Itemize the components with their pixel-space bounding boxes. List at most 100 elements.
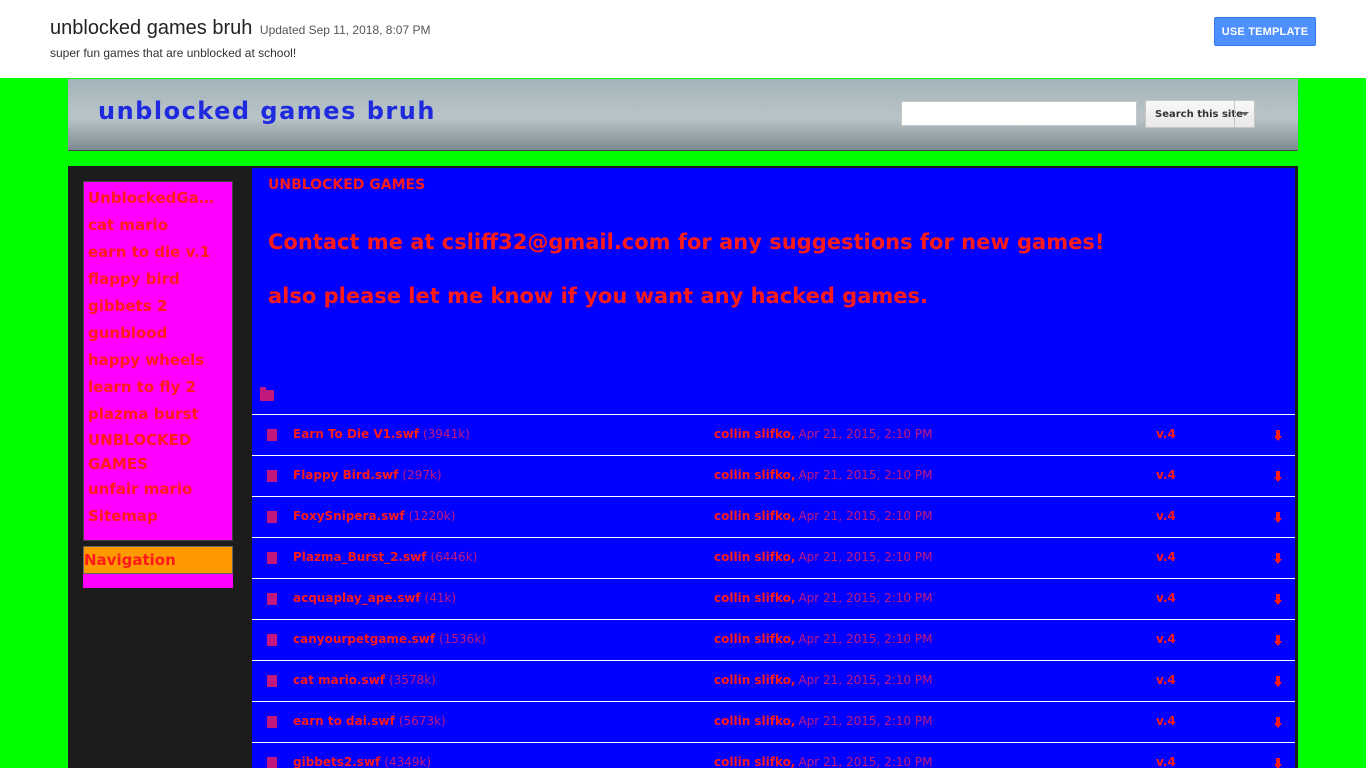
file-size: (4349k)	[384, 755, 432, 768]
file-name-link[interactable]: FoxySnipera.swf (1220k)	[293, 509, 455, 523]
file-icon	[267, 511, 277, 523]
file-size: (41k)	[424, 591, 457, 605]
file-icon	[267, 470, 277, 482]
contact-paragraph: Contact me at csliff32@gmail.com for any…	[268, 230, 1105, 254]
sidebar-item-learn-to-fly-2[interactable]: learn to fly 2	[88, 374, 228, 401]
file-version-link[interactable]: v.4	[1156, 755, 1176, 768]
file-date: Apr 21, 2015, 2:10 PM	[798, 755, 933, 768]
file-date: Apr 21, 2015, 2:10 PM	[798, 550, 933, 564]
table-row: Plazma_Burst_2.swf (6446k) collin slifko,…	[252, 537, 1295, 578]
file-icon	[267, 716, 277, 728]
file-icon	[267, 634, 277, 646]
sidebar-item-cat-mario[interactable]: cat mario	[88, 212, 228, 239]
search-button-label: Search this site	[1155, 108, 1243, 120]
navigation-widget-title: Navigation	[83, 546, 233, 574]
chevron-down-icon[interactable]	[1241, 112, 1249, 116]
download-icon[interactable]	[1274, 758, 1282, 768]
download-icon[interactable]	[1274, 430, 1282, 442]
sidebar-item-happy-wheels[interactable]: happy wheels	[88, 347, 228, 374]
sidebar-item-sitemap[interactable]: Sitemap	[88, 503, 228, 530]
file-version-link[interactable]: v.4	[1156, 509, 1176, 523]
file-version-link[interactable]: v.4	[1156, 673, 1176, 687]
table-row: Earn To Die V1.swf (3941k) collin slifko,…	[252, 414, 1295, 455]
file-name-link[interactable]: canyourpetgame.swf (1536k)	[293, 632, 486, 646]
file-name-link[interactable]: Earn To Die V1.swf (3941k)	[293, 427, 470, 441]
page-title: UNBLOCKED GAMES	[268, 177, 426, 193]
hacked-games-paragraph: also please let me know if you want any …	[268, 284, 928, 308]
download-icon[interactable]	[1274, 512, 1282, 524]
file-author: collin slifko, Apr 21, 2015, 2:10 PM	[714, 714, 933, 728]
file-size: (3941k)	[422, 427, 470, 441]
sidebar-item-unfair-mario[interactable]: unfair mario	[88, 476, 228, 503]
main-content: UNBLOCKED GAMES Contact me at csliff32@g…	[252, 168, 1295, 768]
template-title-text: unblocked games bruh	[50, 17, 253, 39]
sidebar-item-earn-to-die[interactable]: earn to die v.1	[88, 239, 228, 266]
folder-icon[interactable]	[260, 387, 274, 401]
file-version-link[interactable]: v.4	[1156, 591, 1176, 605]
file-version-link[interactable]: v.4	[1156, 468, 1176, 482]
page-frame: UnblockedGames cat mario earn to die v.1…	[68, 166, 1298, 768]
file-name-link[interactable]: cat mario.swf (3578k)	[293, 673, 436, 687]
file-name-link[interactable]: Plazma_Burst_2.swf (6446k)	[293, 550, 477, 564]
file-icon	[267, 552, 277, 564]
file-version-link[interactable]: v.4	[1156, 427, 1176, 441]
table-row: FoxySnipera.swf (1220k) collin slifko, Apr…	[252, 496, 1295, 537]
navigation-widget: Navigation	[83, 546, 233, 588]
sidebar-item-unblockedgames[interactable]: UnblockedGames	[88, 185, 228, 212]
sidebar-nav: UnblockedGames cat mario earn to die v.1…	[83, 181, 233, 541]
file-icon	[267, 675, 277, 687]
download-icon[interactable]	[1274, 676, 1282, 688]
file-author: collin slifko, Apr 21, 2015, 2:10 PM	[714, 550, 933, 564]
search-button-divider	[1234, 101, 1235, 127]
file-version-link[interactable]: v.4	[1156, 550, 1176, 564]
sidebar-item-gunblood[interactable]: gunblood	[88, 320, 228, 347]
file-author: collin slifko, Apr 21, 2015, 2:10 PM	[714, 468, 933, 482]
download-icon[interactable]	[1274, 553, 1282, 565]
template-title: unblocked games bruh Updated Sep 11, 201…	[50, 17, 431, 40]
file-name-link[interactable]: gibbets2.swf (4349k)	[293, 755, 431, 768]
table-row: acquaplay_ape.swf (41k) collin slifko, Apr…	[252, 578, 1295, 619]
file-author: collin slifko, Apr 21, 2015, 2:10 PM	[714, 591, 933, 605]
file-size: (1220k)	[408, 509, 456, 523]
file-version-link[interactable]: v.4	[1156, 632, 1176, 646]
download-icon[interactable]	[1274, 594, 1282, 606]
file-version-link[interactable]: v.4	[1156, 714, 1176, 728]
file-size: (5673k)	[398, 714, 446, 728]
sidebar-item-unblocked-games[interactable]: UNBLOCKED GAMES	[88, 428, 228, 476]
file-name-link[interactable]: acquaplay_ape.swf (41k)	[293, 591, 456, 605]
search-button[interactable]: Search this site	[1145, 100, 1255, 128]
table-row: Flappy Bird.swf (297k) collin slifko, Apr …	[252, 455, 1295, 496]
template-bar: unblocked games bruh Updated Sep 11, 201…	[0, 0, 1366, 78]
sidebar-item-flappy-bird[interactable]: flappy bird	[88, 266, 228, 293]
table-row: gibbets2.swf (4349k) collin slifko, Apr 21…	[252, 742, 1295, 768]
file-name-link[interactable]: Flappy Bird.swf (297k)	[293, 468, 442, 482]
file-size: (6446k)	[430, 550, 478, 564]
file-icon	[267, 593, 277, 605]
table-row: earn to dai.swf (5673k) collin slifko, Apr…	[252, 701, 1295, 742]
file-date: Apr 21, 2015, 2:10 PM	[798, 673, 933, 687]
file-date: Apr 21, 2015, 2:10 PM	[798, 632, 933, 646]
table-row: canyourpetgame.swf (1536k) collin slifko,…	[252, 619, 1295, 660]
file-date: Apr 21, 2015, 2:10 PM	[798, 427, 933, 441]
sidebar-item-gibbets-2[interactable]: gibbets 2	[88, 293, 228, 320]
download-icon[interactable]	[1274, 471, 1282, 483]
file-icon	[267, 757, 277, 768]
file-cabinet-table: Earn To Die V1.swf (3941k) collin slifko,…	[252, 414, 1295, 768]
file-size: (1536k)	[439, 632, 486, 646]
site-title[interactable]: unblocked games bruh	[98, 97, 436, 125]
file-date: Apr 21, 2015, 2:10 PM	[798, 468, 933, 482]
file-author: collin slifko, Apr 21, 2015, 2:10 PM	[714, 755, 933, 768]
file-author: collin slifko, Apr 21, 2015, 2:10 PM	[714, 673, 933, 687]
search-input[interactable]	[901, 101, 1137, 126]
use-template-button[interactable]: USE TEMPLATE	[1214, 17, 1316, 46]
file-name-link[interactable]: earn to dai.swf (5673k)	[293, 714, 446, 728]
sidebar-item-plazma-burst[interactable]: plazma burst	[88, 401, 228, 428]
file-author: collin slifko, Apr 21, 2015, 2:10 PM	[714, 427, 933, 441]
table-row: cat mario.swf (3578k) collin slifko, Apr 2…	[252, 660, 1295, 701]
file-size: (297k)	[402, 468, 442, 482]
file-date: Apr 21, 2015, 2:10 PM	[798, 509, 933, 523]
download-icon[interactable]	[1274, 717, 1282, 729]
download-icon[interactable]	[1274, 635, 1282, 647]
file-size: (3578k)	[389, 673, 436, 687]
site-header: unblocked games bruh Search this site	[68, 79, 1298, 151]
